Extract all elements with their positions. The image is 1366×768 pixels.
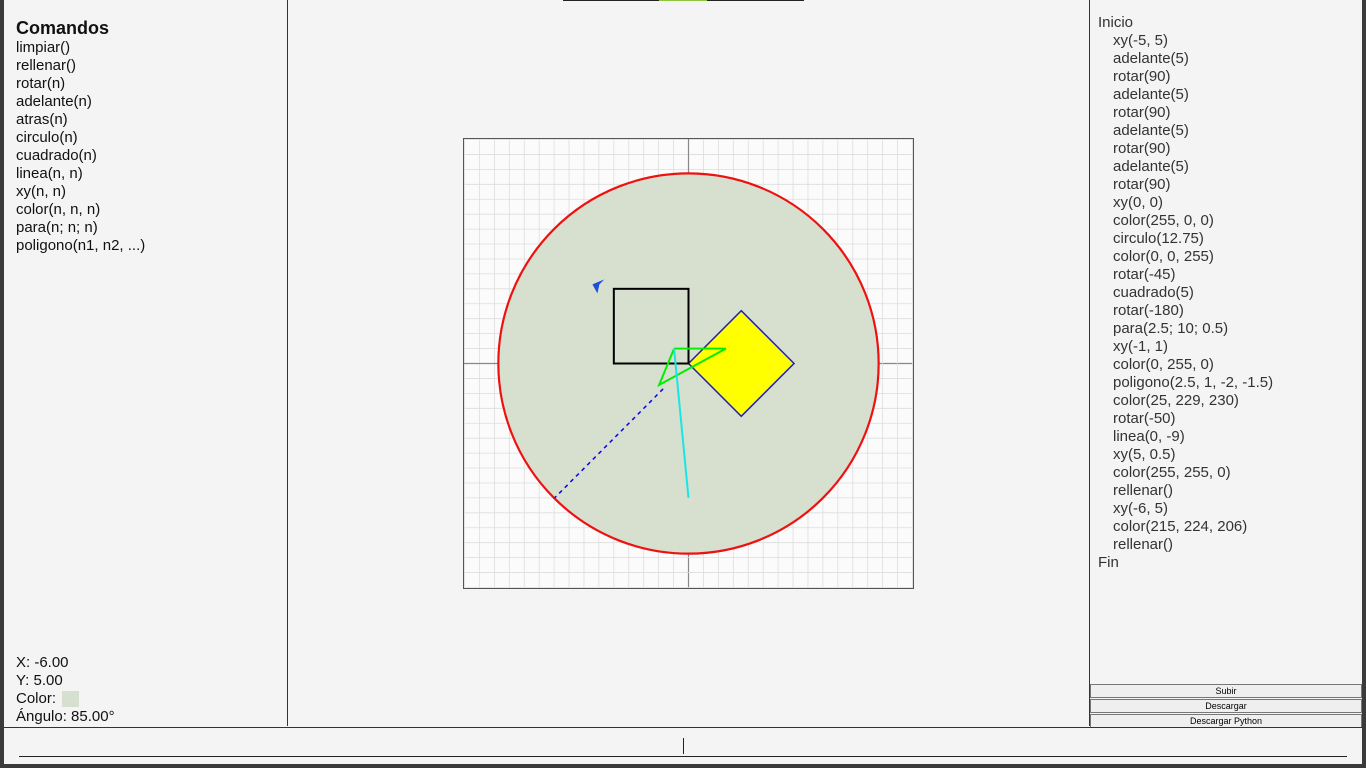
program-line[interactable]: color(0, 255, 0)	[1098, 356, 1273, 374]
command-item: xy(n, n)	[16, 183, 67, 200]
program-line[interactable]: Fin	[1098, 554, 1273, 572]
command-item: circulo(n)	[16, 129, 78, 146]
program-line[interactable]: xy(0, 0)	[1098, 194, 1273, 212]
command-item: atras(n)	[16, 111, 68, 128]
program-line[interactable]: xy(-1, 1)	[1098, 338, 1273, 356]
console-bar	[4, 727, 1362, 765]
program-line[interactable]: rotar(90)	[1098, 68, 1273, 86]
program-line[interactable]: para(2.5; 10; 0.5)	[1098, 320, 1273, 338]
program-line[interactable]: circulo(12.75)	[1098, 230, 1273, 248]
program-line[interactable]: rotar(-180)	[1098, 302, 1273, 320]
program-line[interactable]: rotar(90)	[1098, 104, 1273, 122]
program-line[interactable]: cuadrado(5)	[1098, 284, 1273, 302]
program-line[interactable]: poligono(2.5, 1, -2, -1.5)	[1098, 374, 1273, 392]
status-y: Y: 5.00	[16, 672, 63, 689]
commands-panel: Comandos limpiar() rellenar() rotar(n) adel…	[4, 0, 288, 726]
view-tabs	[563, 0, 804, 1]
program-line[interactable]: adelante(5)	[1098, 122, 1273, 140]
program-line[interactable]: Inicio	[1098, 14, 1273, 32]
command-item: cuadrado(n)	[16, 147, 97, 164]
program-line[interactable]: color(215, 224, 206)	[1098, 518, 1273, 536]
command-item: limpiar()	[16, 39, 71, 56]
program-line[interactable]: rotar(-50)	[1098, 410, 1273, 428]
canvas-area	[289, 0, 1089, 726]
color-swatch	[62, 691, 80, 707]
program-list: Inicio xy(-5, 5) adelante(5) rotar(90) adela…	[1098, 14, 1273, 572]
command-item: adelante(n)	[16, 93, 92, 110]
program-line[interactable]: rotar(90)	[1098, 140, 1273, 158]
command-item: poligono(n1, n2, ...)	[16, 237, 146, 254]
command-item: rotar(n)	[16, 75, 66, 92]
program-line[interactable]: linea(0, -9)	[1098, 428, 1273, 446]
program-line[interactable]: rellenar()	[1098, 536, 1273, 554]
command-item: para(n; n; n)	[16, 219, 98, 236]
program-line[interactable]: rotar(90)	[1098, 176, 1273, 194]
program-line[interactable]: color(25, 229, 230)	[1098, 392, 1273, 410]
status-angle: Ángulo: 85.00°	[16, 708, 115, 725]
command-item: color(n, n, n)	[16, 201, 101, 218]
upload-button[interactable]: Subir	[1090, 684, 1362, 698]
program-line[interactable]: color(255, 0, 0)	[1098, 212, 1273, 230]
program-line[interactable]: color(0, 0, 255)	[1098, 248, 1273, 266]
tab-indicator-2[interactable]	[659, 0, 707, 1]
turtle-canvas[interactable]	[463, 138, 914, 589]
command-item: linea(n, n)	[16, 165, 83, 182]
program-panel: Inicio xy(-5, 5) adelante(5) rotar(90) adela…	[1089, 0, 1366, 729]
program-line[interactable]: xy(5, 0.5)	[1098, 446, 1273, 464]
status-color-label: Color:	[16, 690, 57, 707]
program-line[interactable]: rotar(-45)	[1098, 266, 1273, 284]
program-line[interactable]: adelante(5)	[1098, 158, 1273, 176]
program-line[interactable]: xy(-6, 5)	[1098, 500, 1273, 518]
commands-title: Comandos	[16, 18, 110, 38]
program-line[interactable]: adelante(5)	[1098, 50, 1273, 68]
download-button[interactable]: Descargar	[1090, 699, 1362, 713]
download-python-button[interactable]: Descargar Python	[1090, 714, 1362, 728]
tab-indicator-3[interactable]	[707, 0, 804, 1]
turtle-status: X: -6.00 Y: 5.00 Color: Ángulo: 85.00°	[16, 654, 115, 726]
commands-list: limpiar() rellenar() rotar(n) adelante(n) at…	[16, 39, 145, 255]
file-buttons: Subir Descargar Descargar Python	[1090, 684, 1363, 729]
program-line[interactable]: color(255, 255, 0)	[1098, 464, 1273, 482]
text-cursor	[683, 738, 684, 754]
program-line[interactable]: adelante(5)	[1098, 86, 1273, 104]
command-item: rellenar()	[16, 57, 77, 74]
tab-indicator-1[interactable]	[563, 0, 659, 1]
status-x: X: -6.00	[16, 654, 69, 671]
status-color: Color:	[16, 690, 115, 708]
program-line[interactable]: xy(-5, 5)	[1098, 32, 1273, 50]
program-line[interactable]: rellenar()	[1098, 482, 1273, 500]
